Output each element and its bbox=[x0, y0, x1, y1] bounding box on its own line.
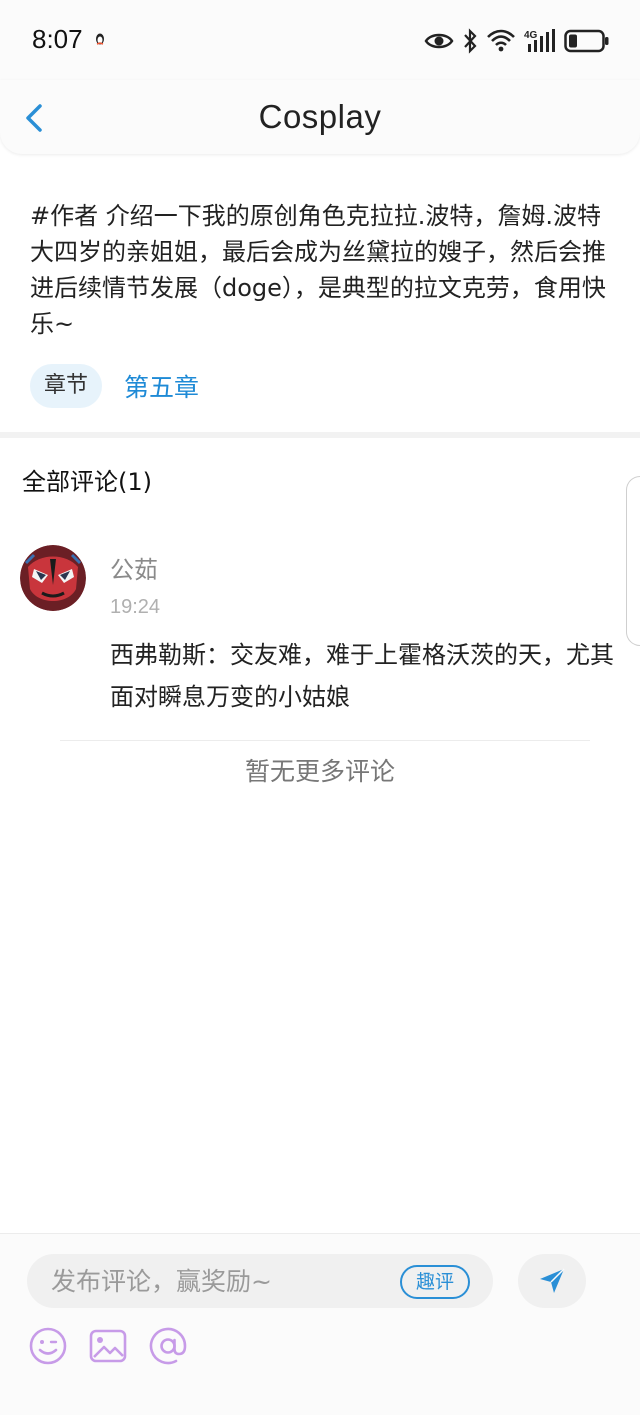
opera-mask-avatar bbox=[20, 545, 86, 611]
section-divider bbox=[0, 432, 640, 438]
chapter-tag: 章节 bbox=[30, 364, 103, 408]
input-tools bbox=[28, 1326, 188, 1366]
at-icon[interactable] bbox=[148, 1326, 188, 1366]
wifi-icon bbox=[487, 29, 515, 52]
eye-icon bbox=[424, 33, 454, 49]
comment-bar: 趣评 bbox=[0, 1233, 640, 1415]
svg-text:4G: 4G bbox=[524, 30, 538, 41]
comment-text: 西弗勒斯：交友难，难于上霍格沃茨的天，尤其面对瞬息万变的小姑娘 bbox=[110, 641, 614, 711]
page-title: Cosplay bbox=[258, 98, 382, 135]
no-more-comments: 暂无更多评论 bbox=[244, 757, 395, 786]
emoji-icon[interactable] bbox=[28, 1326, 68, 1366]
status-time: 8:07 bbox=[32, 24, 83, 54]
top-nav-bar: Cosplay bbox=[0, 80, 640, 154]
side-drawer-handle[interactable] bbox=[626, 476, 640, 646]
status-bar: 8:07 4G bbox=[0, 0, 640, 80]
send-button[interactable] bbox=[518, 1254, 586, 1308]
comments-header: 全部评论(1) bbox=[22, 468, 152, 496]
comment-author[interactable]: 公茹 bbox=[110, 550, 158, 585]
qq-penguin-icon bbox=[96, 33, 104, 45]
battery-icon bbox=[564, 29, 609, 53]
comment-time: 19:24 bbox=[110, 596, 161, 618]
post-content: #作者 介绍一下我的原创角色克拉拉.波特，詹姆.波特大四岁的亲姐姐，最后会成为丝… bbox=[30, 202, 606, 338]
bluetooth-icon bbox=[464, 28, 477, 54]
quping-button[interactable]: 趣评 bbox=[400, 1265, 470, 1299]
send-icon bbox=[540, 1268, 565, 1293]
signal-4g-icon: 4G bbox=[524, 29, 555, 52]
chapter-link[interactable]: 第五章 bbox=[124, 368, 199, 404]
status-icons: 4G bbox=[424, 26, 610, 56]
comment-divider bbox=[60, 740, 590, 741]
image-icon[interactable] bbox=[88, 1326, 128, 1366]
avatar[interactable] bbox=[20, 545, 86, 611]
